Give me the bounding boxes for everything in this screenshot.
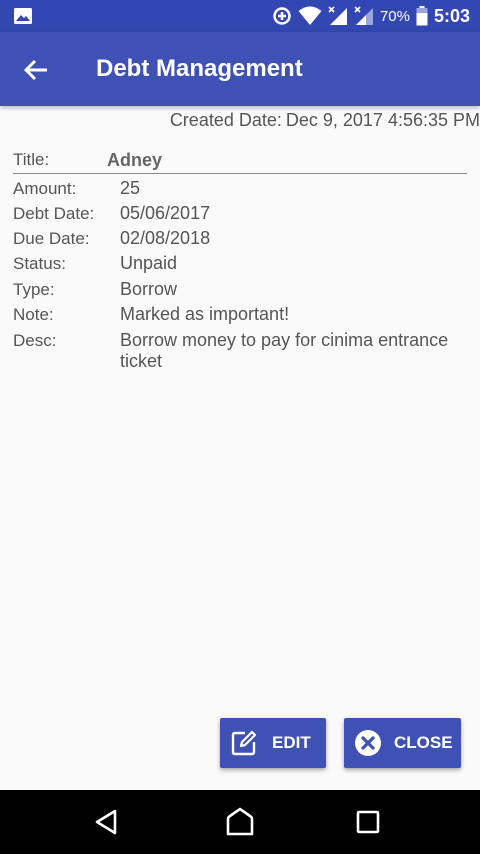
- detail-value: Unpaid: [120, 253, 178, 273]
- detail-value: Marked as important!: [120, 304, 290, 324]
- detail-value: 05/06/2017: [120, 203, 211, 223]
- nav-home-button[interactable]: [222, 804, 258, 840]
- detail-label: Amount:: [13, 179, 77, 198]
- image-notification-icon: [14, 8, 32, 24]
- title-value: Adney: [107, 150, 163, 170]
- detail-label: Note:: [13, 305, 54, 324]
- page-title: Debt Management: [96, 55, 303, 82]
- created-date: Created Date: Dec 9, 2017 4:56:35 PM: [170, 110, 480, 134]
- detail-label: Desc:: [13, 331, 57, 350]
- detail-row-type: Type: Borrow: [13, 279, 473, 300]
- edit-button-label: EDIT: [272, 733, 311, 752]
- data-saver-icon: [273, 7, 291, 25]
- close-button-label: CLOSE: [394, 733, 453, 752]
- clock: 5:03: [433, 5, 470, 26]
- detail-row-debt-date: Debt Date: 05/06/2017: [13, 203, 473, 224]
- detail-value: Borrow money to pay for cinima entrance …: [120, 330, 449, 371]
- wifi-icon: [298, 6, 322, 25]
- edit-icon: [228, 727, 260, 759]
- app-bar: Debt Management: [0, 32, 480, 106]
- nav-back-button[interactable]: [88, 804, 124, 840]
- detail-row-status: Status: Unpaid: [13, 253, 473, 274]
- back-button[interactable]: [20, 54, 52, 86]
- created-date-value: Dec 9, 2017 4:56:35 PM: [285, 110, 480, 130]
- nav-recents-button[interactable]: [350, 804, 386, 840]
- created-date-label: Created Date:: [169, 110, 282, 130]
- battery-icon: [416, 6, 428, 26]
- detail-label: Status:: [13, 254, 66, 273]
- detail-label: Type:: [13, 280, 55, 299]
- navigation-bar: [0, 790, 480, 854]
- arrow-back-icon: [23, 59, 47, 81]
- detail-row-due-date: Due Date: 02/08/2018: [13, 228, 473, 249]
- recents-icon: [356, 810, 380, 834]
- detail-label: Due Date:: [13, 229, 90, 248]
- status-bar: 70% 5:03: [0, 0, 480, 32]
- title-row: Title: Adney: [13, 150, 467, 174]
- close-circle-icon: [352, 727, 384, 759]
- detail-row-note: Note: Marked as important!: [13, 304, 473, 325]
- signal-sim1-icon: [328, 6, 347, 25]
- battery-percentage: 70%: [379, 7, 410, 25]
- signal-sim2-icon: [354, 6, 373, 25]
- detail-row-desc: Desc: Borrow money to pay for cinima ent…: [13, 330, 473, 372]
- detail-value: 02/08/2018: [120, 228, 211, 248]
- detail-row-amount: Amount: 25: [13, 178, 473, 199]
- nav-back-icon: [95, 809, 117, 835]
- detail-value: 25: [120, 178, 141, 198]
- title-label: Title:: [13, 150, 50, 169]
- close-button[interactable]: CLOSE: [344, 718, 461, 768]
- detail-value: Borrow: [120, 279, 178, 299]
- edit-button[interactable]: EDIT: [220, 718, 326, 768]
- home-icon: [226, 807, 254, 836]
- detail-label: Debt Date:: [13, 204, 95, 223]
